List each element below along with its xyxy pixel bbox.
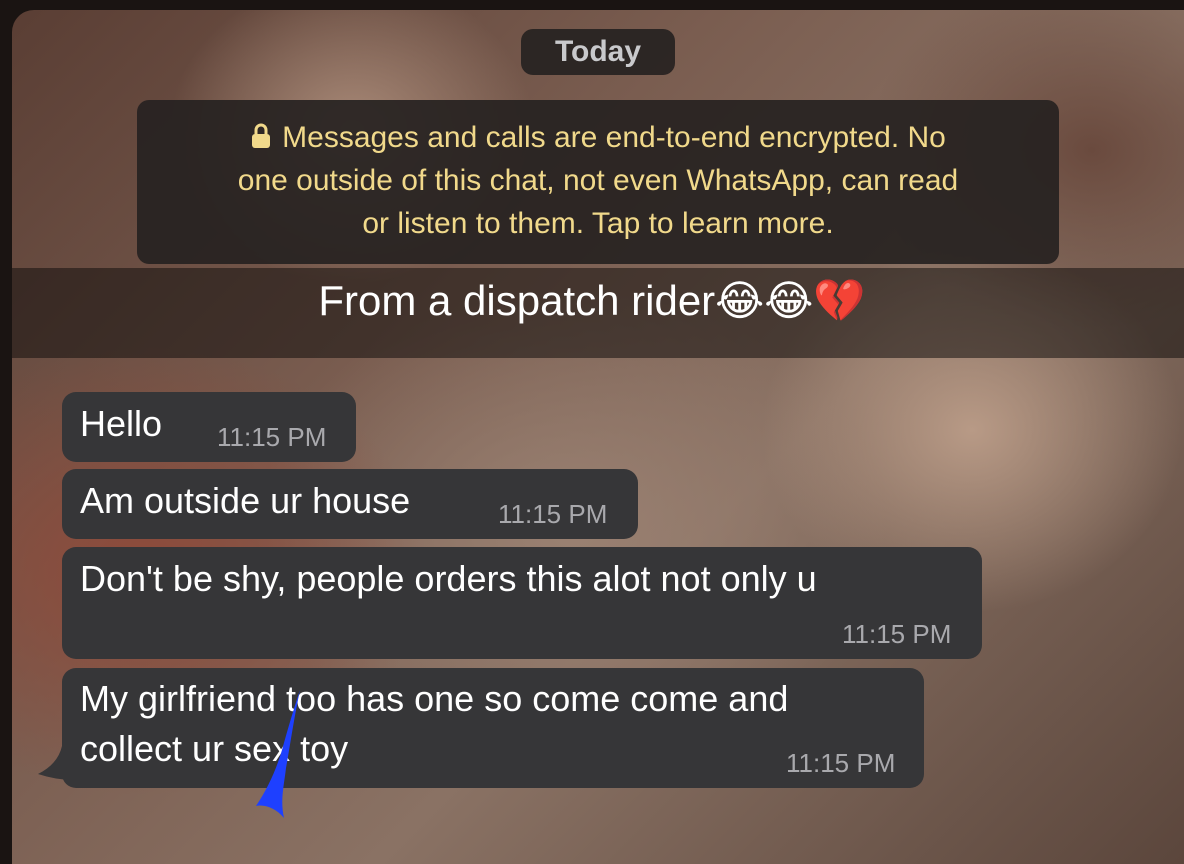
message-text: Hello bbox=[80, 403, 163, 444]
bubble-tail bbox=[38, 746, 74, 780]
encryption-line-2: one outside of this chat, not even Whats… bbox=[237, 164, 959, 197]
pen-mark bbox=[256, 690, 300, 818]
message-bubble[interactable]: Hello 11:15 PM bbox=[62, 392, 356, 462]
date-label: Today bbox=[554, 35, 642, 68]
message-bubble[interactable]: Am outside ur house 11:15 PM bbox=[62, 469, 638, 539]
message-time: 11:15 PM bbox=[498, 499, 608, 529]
lock-icon bbox=[252, 123, 271, 148]
image-caption: From a dispatch rider😂😂💔 bbox=[318, 277, 866, 324]
message-time: 11:15 PM bbox=[842, 619, 952, 649]
encryption-notice[interactable]: Messages and calls are end-to-end encryp… bbox=[137, 100, 1059, 264]
message-bubble[interactable]: My girlfriend too has one so come come a… bbox=[62, 668, 924, 788]
message-bubble[interactable]: Don't be shy, people orders this alot no… bbox=[62, 547, 982, 659]
message-text: Don't be shy, people orders this alot no… bbox=[80, 558, 817, 599]
message-time: 11:15 PM bbox=[217, 422, 327, 452]
encryption-line-1: Messages and calls are end-to-end encryp… bbox=[161, 116, 1035, 159]
message-text: My girlfriend too has one so come come a… bbox=[80, 678, 789, 719]
message-text: Am outside ur house bbox=[80, 480, 411, 521]
date-separator: Today bbox=[521, 29, 675, 75]
message-time: 11:15 PM bbox=[786, 748, 896, 778]
encryption-line-3: or listen to them. Tap to learn more. bbox=[362, 207, 834, 240]
